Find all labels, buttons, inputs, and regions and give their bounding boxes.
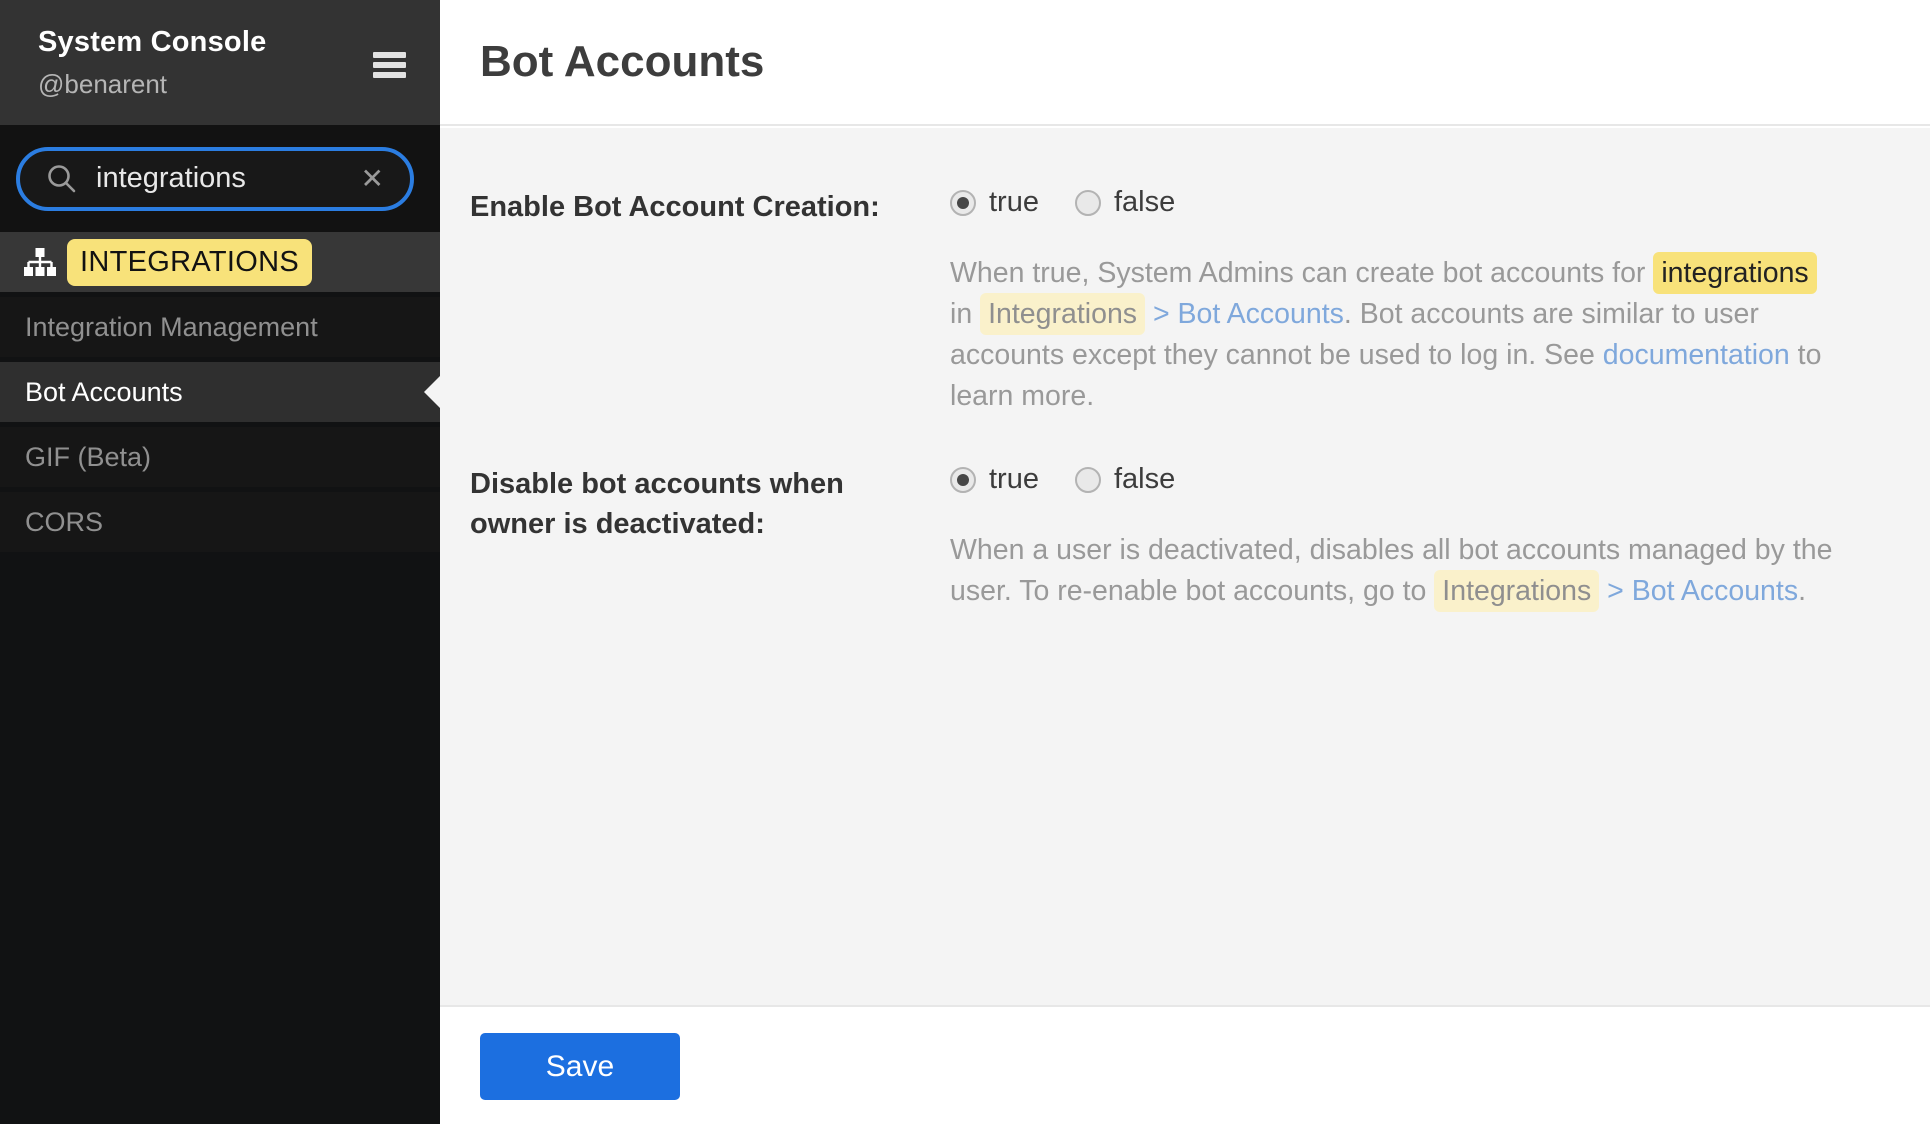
main-content: Bot Accounts Enable Bot Account Creation…: [440, 0, 1930, 1124]
selected-item-caret: [424, 376, 440, 408]
sidebar-item-bot-accounts[interactable]: Bot Accounts: [0, 362, 440, 422]
help-text: in: [950, 298, 980, 330]
setting-help-text: When true, System Admins can create bot …: [950, 253, 1840, 417]
radio-group: true false: [950, 186, 1840, 219]
radio-false[interactable]: [1075, 467, 1101, 493]
search-box[interactable]: ✕: [16, 147, 414, 211]
sidebar-item-label: GIF (Beta): [25, 442, 151, 473]
help-text: [1599, 575, 1607, 607]
save-button[interactable]: Save: [480, 1033, 680, 1100]
settings-panel: Enable Bot Account Creation: true false …: [440, 128, 1930, 1005]
setting-control: true false When true, System Admins can …: [950, 186, 1840, 417]
help-link[interactable]: > Bot Accounts: [1153, 298, 1344, 330]
help-text: When true, System Admins can create bot …: [950, 257, 1653, 289]
setting-label: Disable bot accounts when owner is deact…: [470, 463, 950, 612]
sitemap-icon: [24, 248, 56, 276]
footer-bar: Save: [440, 1005, 1930, 1124]
sidebar-items: Integration Management Bot Accounts GIF (B…: [0, 292, 440, 552]
menu-icon-bar: [373, 72, 406, 78]
sidebar-item-integration-management[interactable]: Integration Management: [0, 297, 440, 357]
setting-label: Enable Bot Account Creation:: [470, 186, 950, 417]
sidebar-item-label: CORS: [25, 507, 103, 538]
setting-disable-bots-on-owner-deactivation: Disable bot accounts when owner is deact…: [470, 463, 1930, 612]
sidebar-item-label: Integration Management: [25, 312, 318, 343]
setting-help-text: When a user is deactivated, disables all…: [950, 530, 1840, 612]
search-term-highlight-pale: Integrations: [980, 293, 1145, 335]
menu-icon-bar: [373, 62, 406, 68]
page-header: Bot Accounts: [440, 0, 1930, 126]
menu-icon[interactable]: [373, 52, 406, 78]
radio-group: true false: [950, 463, 1840, 496]
help-text: .: [1798, 575, 1806, 607]
setting-enable-bot-account-creation: Enable Bot Account Creation: true false …: [470, 186, 1930, 417]
radio-false-label[interactable]: false: [1114, 186, 1175, 219]
search-section: ✕: [0, 125, 440, 232]
radio-false-label[interactable]: false: [1114, 463, 1175, 496]
search-term-highlight-strong: integrations: [1653, 252, 1816, 294]
clear-search-icon[interactable]: ✕: [357, 161, 388, 197]
search-term-highlight-pale: Integrations: [1434, 570, 1599, 612]
radio-true-label[interactable]: true: [989, 186, 1039, 219]
sidebar-header: System Console @benarent: [0, 0, 440, 125]
section-label-highlighted: INTEGRATIONS: [67, 239, 312, 286]
help-text: [1145, 298, 1153, 330]
sidebar-item-cors[interactable]: CORS: [0, 492, 440, 552]
sidebar-section-integrations[interactable]: INTEGRATIONS: [0, 232, 440, 292]
setting-control: true false When a user is deactivated, d…: [950, 463, 1840, 612]
help-link[interactable]: documentation: [1603, 339, 1790, 371]
sidebar: System Console @benarent ✕: [0, 0, 440, 1124]
search-input[interactable]: [94, 161, 357, 196]
radio-true[interactable]: [950, 467, 976, 493]
sidebar-item-gif-beta[interactable]: GIF (Beta): [0, 427, 440, 487]
radio-true[interactable]: [950, 190, 976, 216]
search-icon: [46, 163, 78, 195]
radio-true-label[interactable]: true: [989, 463, 1039, 496]
menu-icon-bar: [373, 52, 406, 58]
sidebar-item-label: Bot Accounts: [25, 377, 183, 408]
page-title: Bot Accounts: [480, 37, 764, 87]
radio-false[interactable]: [1075, 190, 1101, 216]
help-link[interactable]: > Bot Accounts: [1607, 575, 1798, 607]
